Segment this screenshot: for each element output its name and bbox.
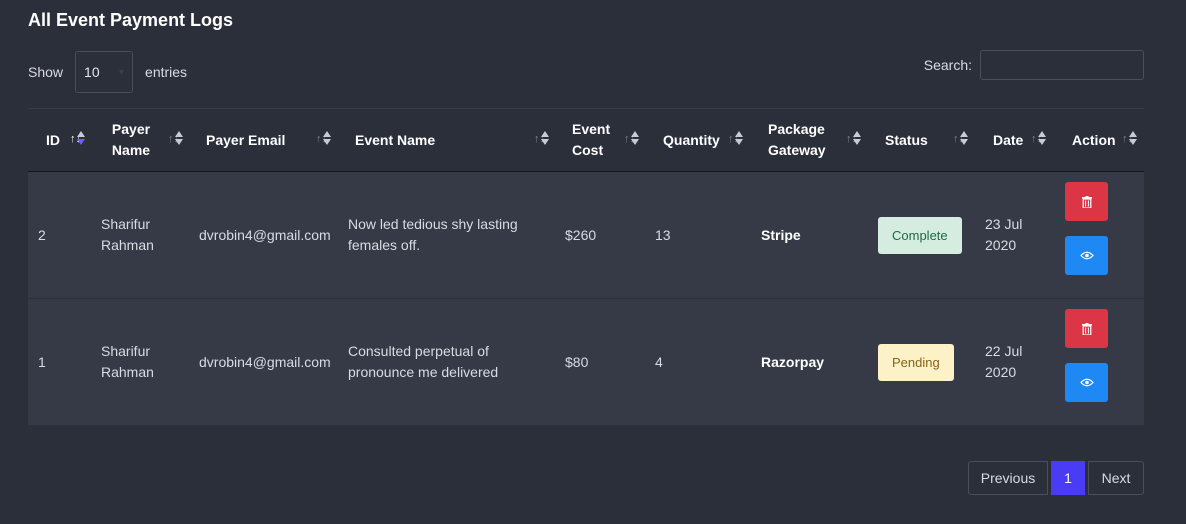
cell-quantity: 4 [655, 353, 663, 370]
sort-icon[interactable]: ↑↓ [624, 131, 639, 153]
sort-icon[interactable]: ↑↓ [1122, 131, 1137, 153]
sort-icon[interactable]: ↑↓ [846, 131, 861, 153]
sort-icon[interactable]: ↑↓ [168, 131, 183, 153]
search-label: Search: [923, 57, 972, 73]
column-header-event-name[interactable]: Event Name [355, 109, 515, 171]
cell-payer-email: dvrobin4@gmail.com [199, 353, 331, 370]
search-input[interactable] [980, 50, 1144, 80]
view-button[interactable] [1065, 236, 1108, 275]
column-header-payer-name[interactable]: Payer Name [108, 109, 154, 171]
cell-date: 23 Jul 2020 [985, 216, 1023, 253]
trash-icon [1081, 322, 1092, 335]
column-header-action[interactable]: Action [1072, 109, 1120, 171]
search-control: Search: [924, 50, 1144, 80]
page-title: All Event Payment Logs [28, 10, 234, 30]
cell-payer-email: dvrobin4@gmail.com [199, 226, 331, 243]
cell-status: Complete [878, 172, 962, 298]
delete-button[interactable] [1065, 182, 1108, 221]
length-control: Show 10 ▾ entries [28, 50, 187, 94]
page-button-current[interactable]: 1 [1051, 461, 1085, 495]
status-badge: Complete [878, 216, 962, 254]
trash-icon [1081, 195, 1092, 208]
cell-event-name: Consulted perpetual of pronounce me deli… [348, 343, 499, 380]
eye-icon [1079, 251, 1094, 260]
show-label: Show [28, 64, 64, 80]
view-button[interactable] [1065, 363, 1108, 402]
cell-id: 2 [38, 226, 46, 243]
sort-icon[interactable]: ↑↓ [1031, 131, 1046, 153]
table-row: 2 Sharifur Rahman dvrobin4@gmail.com Now… [28, 172, 1144, 299]
column-header-date[interactable]: Date [993, 109, 1029, 171]
cell-payer-name: Sharifur Rahman [101, 216, 154, 253]
table-header: ID ↑↓ Payer Name ↑↓ Payer Email ↑↓ Event… [28, 109, 1144, 172]
cell-event-cost: $260 [565, 226, 597, 243]
column-header-payer-email[interactable]: Payer Email [206, 109, 316, 171]
cell-date: 22 Jul 2020 [985, 343, 1023, 380]
cell-gateway: Stripe [761, 226, 801, 243]
sort-icon[interactable]: ↑↓ [70, 131, 85, 153]
payment-logs-table: ID ↑↓ Payer Name ↑↓ Payer Email ↑↓ Event… [28, 109, 1144, 426]
next-page-button[interactable]: Next [1088, 461, 1144, 495]
sort-icon[interactable]: ↑↓ [953, 131, 968, 153]
cell-payer-name: Sharifur Rahman [101, 343, 154, 380]
cell-quantity: 13 [655, 226, 671, 243]
column-header-status[interactable]: Status [885, 109, 935, 171]
status-badge: Pending [878, 343, 954, 381]
sort-icon[interactable]: ↑↓ [316, 131, 331, 153]
chevron-down-icon: ▾ [119, 66, 125, 78]
cell-gateway: Razorpay [761, 353, 825, 370]
cell-id: 1 [38, 353, 46, 370]
table-row: 1 Sharifur Rahman dvrobin4@gmail.com Con… [28, 299, 1144, 426]
cell-event-name: Now led tedious shy lasting females off. [348, 216, 518, 253]
cell-event-cost: $80 [565, 353, 589, 370]
delete-button[interactable] [1065, 309, 1108, 348]
entries-label: entries [145, 64, 188, 80]
previous-page-button[interactable]: Previous [968, 461, 1048, 495]
cell-status: Pending [878, 299, 954, 425]
pagination: Previous 1 Next [968, 461, 1144, 495]
column-header-quantity[interactable]: Quantity [663, 109, 729, 171]
entries-select-value: 10 [84, 64, 100, 80]
eye-icon [1079, 378, 1094, 387]
sort-icon[interactable]: ↑↓ [534, 131, 549, 153]
column-header-gateway[interactable]: Package Gateway [768, 109, 830, 171]
column-header-event-cost[interactable]: Event Cost [572, 109, 612, 171]
entries-select[interactable]: 10 ▾ [75, 51, 134, 93]
sort-icon[interactable]: ↑↓ [728, 131, 743, 153]
